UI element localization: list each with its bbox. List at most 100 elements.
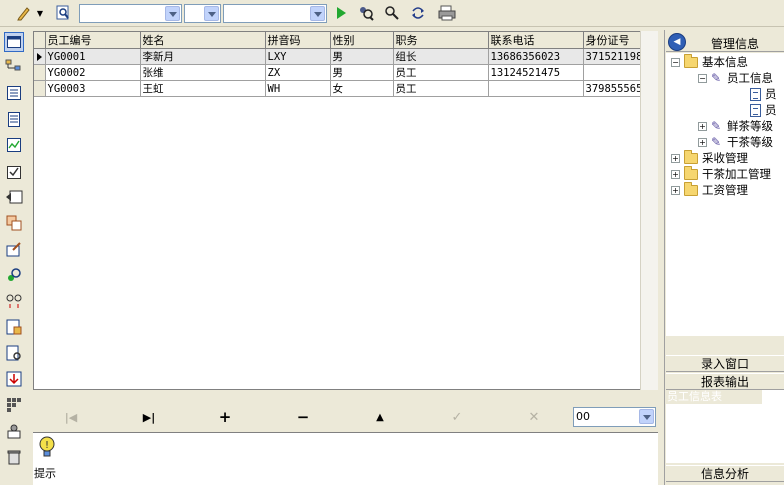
folder-icon [684, 53, 698, 68]
tree-node-processing[interactable]: + 干茶加工管理 [671, 165, 771, 182]
expand-icon[interactable]: + [671, 153, 680, 163]
col-header-gender[interactable]: 性别 [330, 32, 394, 49]
cell-pinyin[interactable]: LXY [265, 48, 331, 65]
form-icon[interactable] [4, 83, 24, 103]
nav-cancel-button[interactable]: ✕ [514, 407, 554, 427]
col-header-position[interactable]: 职务 [393, 32, 489, 49]
navigation-tree[interactable]: − 基本信息 − ✎ 员工信息 员 员 + ✎ 鲜茶等级 + ✎ 干茶等级 + … [666, 53, 784, 336]
table-row[interactable]: YG0001 李新月 LXY 男 组长 13686356023 37152119… [34, 48, 657, 65]
report-icon[interactable] [4, 317, 24, 337]
tree-node-fresh-tea[interactable]: + ✎ 鲜茶等级 [698, 118, 773, 134]
entry-window-button[interactable]: 录入窗口 [666, 355, 784, 372]
cell-phone[interactable]: 13686356023 [488, 48, 584, 65]
page-select-arrow[interactable] [637, 408, 655, 426]
expand-icon[interactable]: + [671, 169, 680, 179]
cell-name[interactable]: 王虹 [140, 80, 266, 97]
trash-icon[interactable] [4, 447, 24, 467]
tree-structure-icon[interactable] [4, 57, 24, 77]
tree-node-dry-tea[interactable]: + ✎ 干茶等级 [698, 134, 773, 150]
collapse-icon[interactable]: − [671, 57, 680, 67]
copy-icon[interactable] [4, 213, 24, 233]
cell-employee-id[interactable]: YG0003 [45, 80, 141, 97]
tool-icon: ✎ [711, 119, 722, 133]
cell-name[interactable]: 李新月 [140, 48, 266, 65]
tree-node-employee-info[interactable]: − ✎ 员工信息 [698, 70, 773, 86]
cell-pinyin[interactable]: ZX [265, 64, 331, 81]
find-next-icon[interactable] [382, 3, 402, 23]
value-combo-arrow-icon[interactable] [310, 6, 325, 21]
tree-node-employee-sub1[interactable]: 员 [750, 86, 777, 102]
col-header-pinyin[interactable]: 拼音码 [265, 32, 331, 49]
nav-insert-button[interactable]: + [205, 407, 245, 427]
svg-text:!: ! [45, 440, 49, 451]
lightbulb-icon: ! [38, 436, 56, 460]
window-icon[interactable] [4, 32, 24, 52]
expand-icon[interactable]: + [698, 137, 707, 147]
table-row[interactable]: YG0003 王虹 WH 女 员工 379855565654 [34, 80, 657, 97]
chart-icon[interactable] [4, 135, 24, 155]
col-header-name[interactable]: 姓名 [140, 32, 266, 49]
operator-combo[interactable] [184, 4, 221, 23]
settings-icon[interactable] [4, 421, 24, 441]
nav-first-button[interactable]: |◀ [51, 407, 91, 427]
expand-icon[interactable]: + [671, 185, 680, 195]
nav-post-button[interactable]: ✓ [437, 407, 477, 427]
nav-delete-button[interactable]: − [283, 407, 323, 427]
printer-icon[interactable] [437, 3, 457, 23]
cell-position[interactable]: 员工 [393, 80, 489, 97]
checklist-icon[interactable] [4, 161, 24, 181]
cell-position[interactable]: 组长 [393, 48, 489, 65]
tree-node-salary[interactable]: + 工资管理 [671, 181, 748, 198]
main-toolbar: ▼ [0, 0, 784, 27]
current-row-arrow-icon [37, 52, 42, 61]
cell-gender[interactable]: 男 [330, 48, 394, 65]
row-indicator [34, 80, 46, 97]
tree-node-employee-sub2[interactable]: 员 [750, 102, 777, 118]
user-search-icon[interactable] [4, 265, 24, 285]
employee-grid[interactable]: 员工编号 姓名 拼音码 性别 职务 联系电话 身份证号 YG0001 李新月 L… [33, 31, 658, 390]
tree-node-basic-info[interactable]: − 基本信息 [671, 53, 748, 70]
document-icon[interactable] [4, 109, 24, 129]
cell-gender[interactable]: 女 [330, 80, 394, 97]
report-list-item[interactable]: 员工信息表 [666, 390, 762, 404]
pencil-icon[interactable] [14, 3, 34, 23]
link-icon[interactable] [4, 291, 24, 311]
grid-view-icon[interactable] [4, 395, 24, 415]
nav-edit-button[interactable]: ▲ [360, 407, 400, 427]
search-preview-icon[interactable] [53, 3, 73, 23]
expand-icon[interactable]: + [698, 121, 707, 131]
cell-phone[interactable] [488, 80, 584, 97]
collapse-icon[interactable]: − [698, 73, 707, 83]
info-analysis-button[interactable]: 信息分析 [666, 465, 784, 482]
print-preview-icon[interactable] [4, 343, 24, 363]
cell-employee-id[interactable]: YG0001 [45, 48, 141, 65]
table-row[interactable]: YG0002 张维 ZX 男 员工 13124521475 [34, 64, 657, 81]
report-output-button[interactable]: 报表输出 [666, 373, 784, 390]
cell-position[interactable]: 员工 [393, 64, 489, 81]
cell-employee-id[interactable]: YG0002 [45, 64, 141, 81]
col-header-phone[interactable]: 联系电话 [488, 32, 584, 49]
nav-last-button[interactable]: ▶| [129, 407, 169, 427]
cell-name[interactable]: 张维 [140, 64, 266, 81]
tree-label: 干茶加工管理 [702, 167, 771, 181]
field-combo-arrow-icon[interactable] [165, 6, 180, 21]
cell-phone[interactable]: 13124521475 [488, 64, 584, 81]
import-icon[interactable] [4, 369, 24, 389]
page-select[interactable]: 00 [573, 407, 656, 427]
cell-gender[interactable]: 男 [330, 64, 394, 81]
refresh-icon[interactable] [408, 3, 428, 23]
back-arrow-icon[interactable]: ◀ [668, 33, 686, 51]
value-combo[interactable] [223, 4, 327, 23]
grid-vertical-scrollbar[interactable] [640, 31, 658, 390]
edit-record-icon[interactable] [4, 239, 24, 259]
col-header-employee-id[interactable]: 员工编号 [45, 32, 141, 49]
cell-pinyin[interactable]: WH [265, 80, 331, 97]
tree-node-purchase[interactable]: + 采收管理 [671, 149, 748, 166]
find-user-icon[interactable] [356, 3, 376, 23]
dropdown-arrow-icon[interactable]: ▼ [34, 3, 46, 23]
play-icon[interactable] [331, 3, 351, 23]
page-select-arrow-icon[interactable] [639, 409, 654, 424]
export-icon[interactable] [4, 187, 24, 207]
field-combo[interactable] [79, 4, 182, 23]
operator-combo-arrow-icon[interactable] [204, 6, 219, 21]
